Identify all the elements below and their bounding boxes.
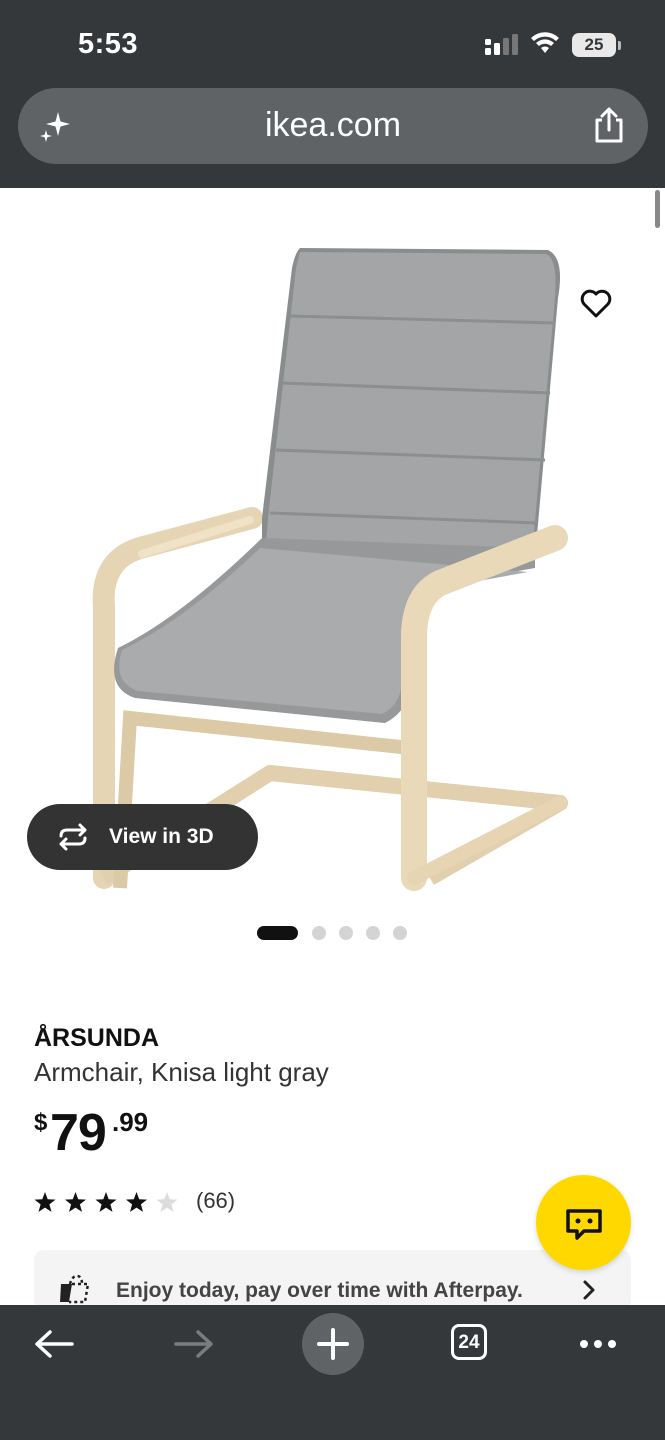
afterpay-banner[interactable]: Enjoy today, pay over time with Afterpay… [34, 1250, 631, 1310]
new-tab-icon [317, 1328, 349, 1360]
browser-header: ikea.com [0, 88, 665, 188]
gallery-dot[interactable] [257, 926, 298, 940]
chat-icon [566, 1209, 602, 1240]
heart-icon [580, 289, 612, 318]
price-currency: $ [34, 1109, 48, 1136]
battery-icon: 25 [572, 33, 616, 57]
chat-button[interactable] [536, 1175, 631, 1270]
address-bar[interactable]: ikea.com [18, 88, 648, 164]
afterpay-text: Enjoy today, pay over time with Afterpay… [116, 1279, 523, 1302]
product-name: ÅRSUNDA [34, 1024, 159, 1052]
star-filled-icon [34, 1192, 56, 1212]
tabs-icon[interactable]: 24 [451, 1324, 487, 1360]
star-empty-icon [156, 1192, 178, 1212]
signal-icon [485, 34, 518, 55]
chevron-right-icon [583, 1280, 595, 1300]
forward-icon[interactable] [164, 1323, 224, 1383]
star-filled-icon [95, 1192, 117, 1212]
url-text[interactable]: ikea.com [18, 106, 648, 145]
product-description: Armchair, Knisa light gray [34, 1057, 329, 1087]
wifi-icon [531, 32, 559, 53]
new-tab-button[interactable] [302, 1313, 364, 1375]
view-in-3d-button[interactable]: View in 3D [27, 804, 258, 870]
view-in-3d-label: View in 3D [109, 825, 214, 848]
more-icon[interactable] [570, 1323, 630, 1383]
back-icon[interactable] [24, 1323, 84, 1383]
gallery-dot[interactable] [312, 926, 326, 940]
browser-toolbar: 24 [0, 1305, 665, 1440]
status-bar: 5:53 25 [0, 0, 665, 88]
share-icon[interactable] [592, 106, 626, 144]
rotate-3d-icon [59, 823, 87, 851]
gallery-dot[interactable] [339, 926, 353, 940]
price-decimal: .99 [112, 1107, 149, 1137]
rating-stars[interactable] [34, 1189, 184, 1215]
favorite-button[interactable] [562, 272, 626, 336]
battery-cap [618, 41, 621, 50]
star-filled-icon [65, 1192, 86, 1212]
star-filled-icon [126, 1192, 147, 1212]
gallery-dot[interactable] [393, 926, 407, 940]
gallery-dot[interactable] [366, 926, 380, 940]
price-integer: 79 [50, 1104, 107, 1162]
review-count[interactable]: (66) [196, 1188, 235, 1214]
status-time: 5:53 [78, 28, 139, 60]
cart-icon [60, 1274, 90, 1304]
